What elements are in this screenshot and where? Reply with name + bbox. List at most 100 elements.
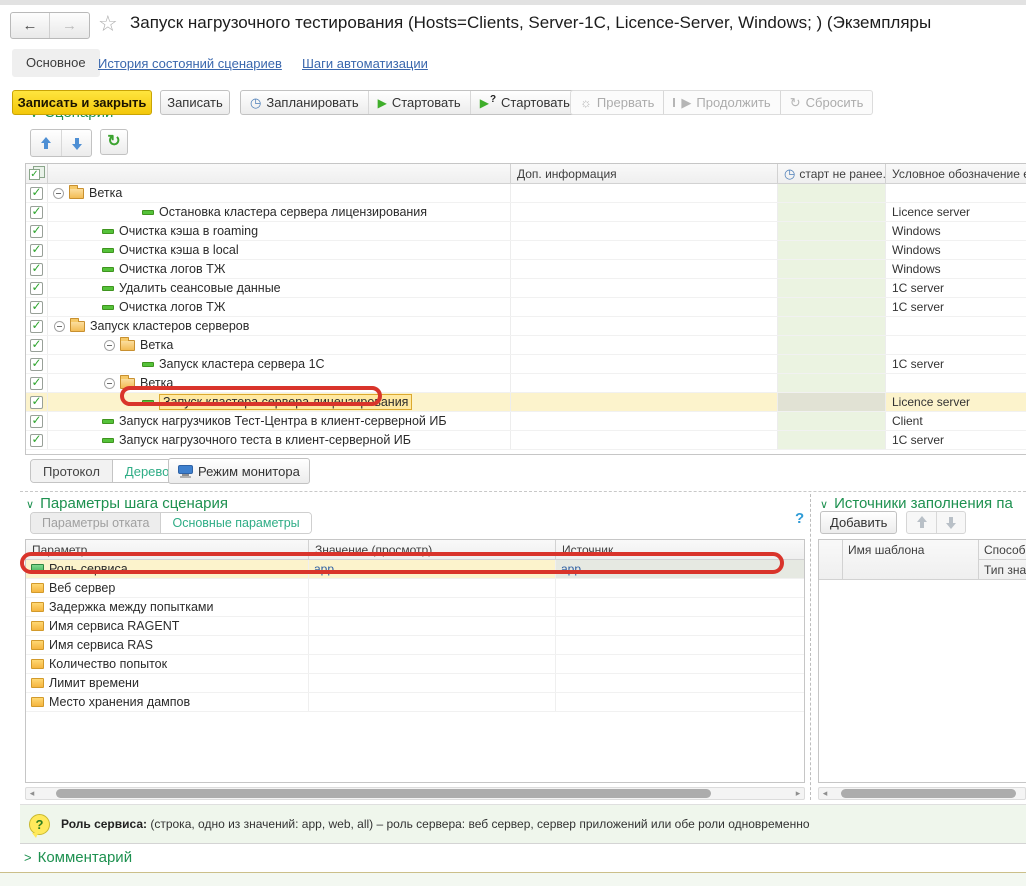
- forward-button[interactable]: →: [50, 13, 89, 38]
- value-type-column-header[interactable]: Тип знач: [979, 560, 1026, 580]
- protocol-view-button[interactable]: Протокол: [31, 460, 112, 482]
- row-checkbox[interactable]: ✓: [26, 317, 48, 335]
- tree-cell[interactable]: Запуск нагрузочного теста в клиент-серве…: [48, 431, 511, 449]
- designation-cell[interactable]: [886, 374, 1026, 392]
- dop-info-cell[interactable]: [511, 222, 778, 240]
- param-name-cell[interactable]: Количество попыток: [26, 655, 309, 673]
- param-name-cell[interactable]: Имя сервиса RAGENT: [26, 617, 309, 635]
- tree-row[interactable]: ✓ Запуск кластера сервера 1С 1C server: [26, 355, 1026, 374]
- tree-row[interactable]: ✓ Очистка кэша в roaming Windows: [26, 222, 1026, 241]
- row-checkbox[interactable]: ✓: [26, 260, 48, 278]
- dop-info-cell[interactable]: [511, 374, 778, 392]
- collapse-icon[interactable]: [53, 188, 64, 199]
- start-not-earlier-cell[interactable]: [778, 222, 886, 240]
- move-up-button[interactable]: [31, 130, 61, 156]
- row-checkbox[interactable]: ✓: [26, 222, 48, 240]
- dop-info-cell[interactable]: [511, 298, 778, 316]
- param-row[interactable]: Имя сервиса RAS: [26, 636, 804, 655]
- tree-row[interactable]: ✓ Запуск кластеров серверов: [26, 317, 1026, 336]
- schedule-button[interactable]: ◷ Запланировать: [241, 91, 368, 114]
- tree-cell[interactable]: Ветка: [48, 336, 511, 354]
- designation-cell[interactable]: Windows: [886, 260, 1026, 278]
- tab-main-params[interactable]: Основные параметры: [160, 513, 310, 533]
- dop-info-cell[interactable]: [511, 336, 778, 354]
- scrollbar-track[interactable]: [831, 788, 1025, 799]
- row-checkbox[interactable]: ✓: [26, 203, 48, 221]
- row-checkbox[interactable]: ✓: [26, 279, 48, 297]
- param-row[interactable]: Место хранения дампов: [26, 693, 804, 712]
- tree-cell[interactable]: Запуск кластеров серверов: [48, 317, 511, 335]
- tree-cell[interactable]: Ветка: [48, 374, 511, 392]
- param-source-cell[interactable]: [556, 636, 804, 654]
- dop-info-cell[interactable]: [511, 260, 778, 278]
- tree-row[interactable]: ✓ Ветка: [26, 184, 1026, 203]
- reset-button[interactable]: ↻ Сбросить: [780, 91, 873, 114]
- param-row[interactable]: Имя сервиса RAGENT: [26, 617, 804, 636]
- designation-column-header[interactable]: Условное обозначение ед: [886, 164, 1026, 183]
- scrollbar-thumb[interactable]: [56, 789, 711, 798]
- refresh-button[interactable]: ↻: [100, 129, 128, 155]
- param-value-cell[interactable]: [309, 693, 556, 711]
- start-not-earlier-cell[interactable]: [778, 355, 886, 373]
- row-checkbox[interactable]: ✓: [26, 336, 48, 354]
- param-row[interactable]: Задержка между попытками: [26, 598, 804, 617]
- param-value-cell[interactable]: [309, 598, 556, 616]
- param-source-cell[interactable]: [556, 579, 804, 597]
- designation-cell[interactable]: Client: [886, 412, 1026, 430]
- row-checkbox[interactable]: ✓: [26, 393, 48, 411]
- param-source-cell[interactable]: app: [556, 560, 804, 578]
- designation-cell[interactable]: [886, 184, 1026, 202]
- tree-row[interactable]: ✓ Очистка кэша в local Windows: [26, 241, 1026, 260]
- designation-cell[interactable]: Licence server: [886, 393, 1026, 411]
- continue-button[interactable]: ▶ Продолжить: [663, 91, 779, 114]
- row-checkbox[interactable]: ✓: [26, 298, 48, 316]
- tree-row[interactable]: ✓ Остановка кластера сервера лицензирова…: [26, 203, 1026, 222]
- row-checkbox[interactable]: ✓: [26, 431, 48, 449]
- tree-row[interactable]: ✓ Запуск нагрузочного теста в клиент-сер…: [26, 431, 1026, 450]
- fill-sources-section-header[interactable]: ∨Источники заполнения па: [820, 495, 1026, 512]
- dop-info-cell[interactable]: [511, 317, 778, 335]
- start-not-earlier-cell[interactable]: [778, 431, 886, 449]
- param-name-cell[interactable]: Задержка между попытками: [26, 598, 309, 616]
- start-not-earlier-cell[interactable]: [778, 393, 886, 411]
- tree-cell[interactable]: Очистка логов ТЖ: [48, 260, 511, 278]
- tree-column-header[interactable]: [48, 164, 511, 183]
- scroll-left-icon[interactable]: ◂: [819, 788, 831, 799]
- tree-cell[interactable]: Остановка кластера сервера лицензировани…: [48, 203, 511, 221]
- panel-splitter[interactable]: [810, 494, 811, 800]
- tree-cell[interactable]: Очистка кэша в local: [48, 241, 511, 259]
- start-button[interactable]: ▶ Стартовать: [368, 91, 470, 114]
- designation-cell[interactable]: Licence server: [886, 203, 1026, 221]
- dop-info-cell[interactable]: [511, 279, 778, 297]
- param-column-header[interactable]: Параметр: [26, 540, 309, 559]
- collapse-icon[interactable]: [104, 340, 115, 351]
- help-link[interactable]: ?: [795, 510, 804, 527]
- step-params-section-header[interactable]: ∨Параметры шага сценария: [26, 495, 228, 512]
- tree-row[interactable]: ✓ Удалить сеансовые данные 1C server: [26, 279, 1026, 298]
- row-checkbox[interactable]: ✓: [26, 374, 48, 392]
- tab-automation-steps[interactable]: Шаги автоматизации: [302, 56, 428, 71]
- param-row[interactable]: Роль сервиса app app: [26, 560, 804, 579]
- start-not-earlier-cell[interactable]: [778, 260, 886, 278]
- dop-info-cell[interactable]: [511, 184, 778, 202]
- param-source-cell[interactable]: [556, 674, 804, 692]
- row-checkbox[interactable]: ✓: [26, 412, 48, 430]
- tree-row[interactable]: ✓ Ветка: [26, 374, 1026, 393]
- tree-row[interactable]: ✓ Запуск кластера сервера лицензирования…: [26, 393, 1026, 412]
- dop-info-cell[interactable]: [511, 431, 778, 449]
- param-name-cell[interactable]: Место хранения дампов: [26, 693, 309, 711]
- scroll-left-icon[interactable]: ◂: [26, 788, 38, 799]
- param-source-cell[interactable]: [556, 617, 804, 635]
- value-column-header[interactable]: Значение (просмотр): [309, 540, 556, 559]
- row-checkbox[interactable]: ✓: [26, 184, 48, 202]
- dop-info-cell[interactable]: [511, 412, 778, 430]
- sources-horizontal-scrollbar[interactable]: ◂: [818, 787, 1026, 800]
- param-value-cell[interactable]: [309, 579, 556, 597]
- param-source-cell[interactable]: [556, 655, 804, 673]
- start-column-header[interactable]: ◷старт не ранее...: [778, 164, 886, 183]
- comment-section-header[interactable]: >Комментарий: [24, 849, 132, 866]
- start-not-earlier-cell[interactable]: [778, 203, 886, 221]
- scrollbar-thumb[interactable]: [841, 789, 1016, 798]
- favorite-star-icon[interactable]: ☆: [98, 12, 118, 36]
- param-row[interactable]: Количество попыток: [26, 655, 804, 674]
